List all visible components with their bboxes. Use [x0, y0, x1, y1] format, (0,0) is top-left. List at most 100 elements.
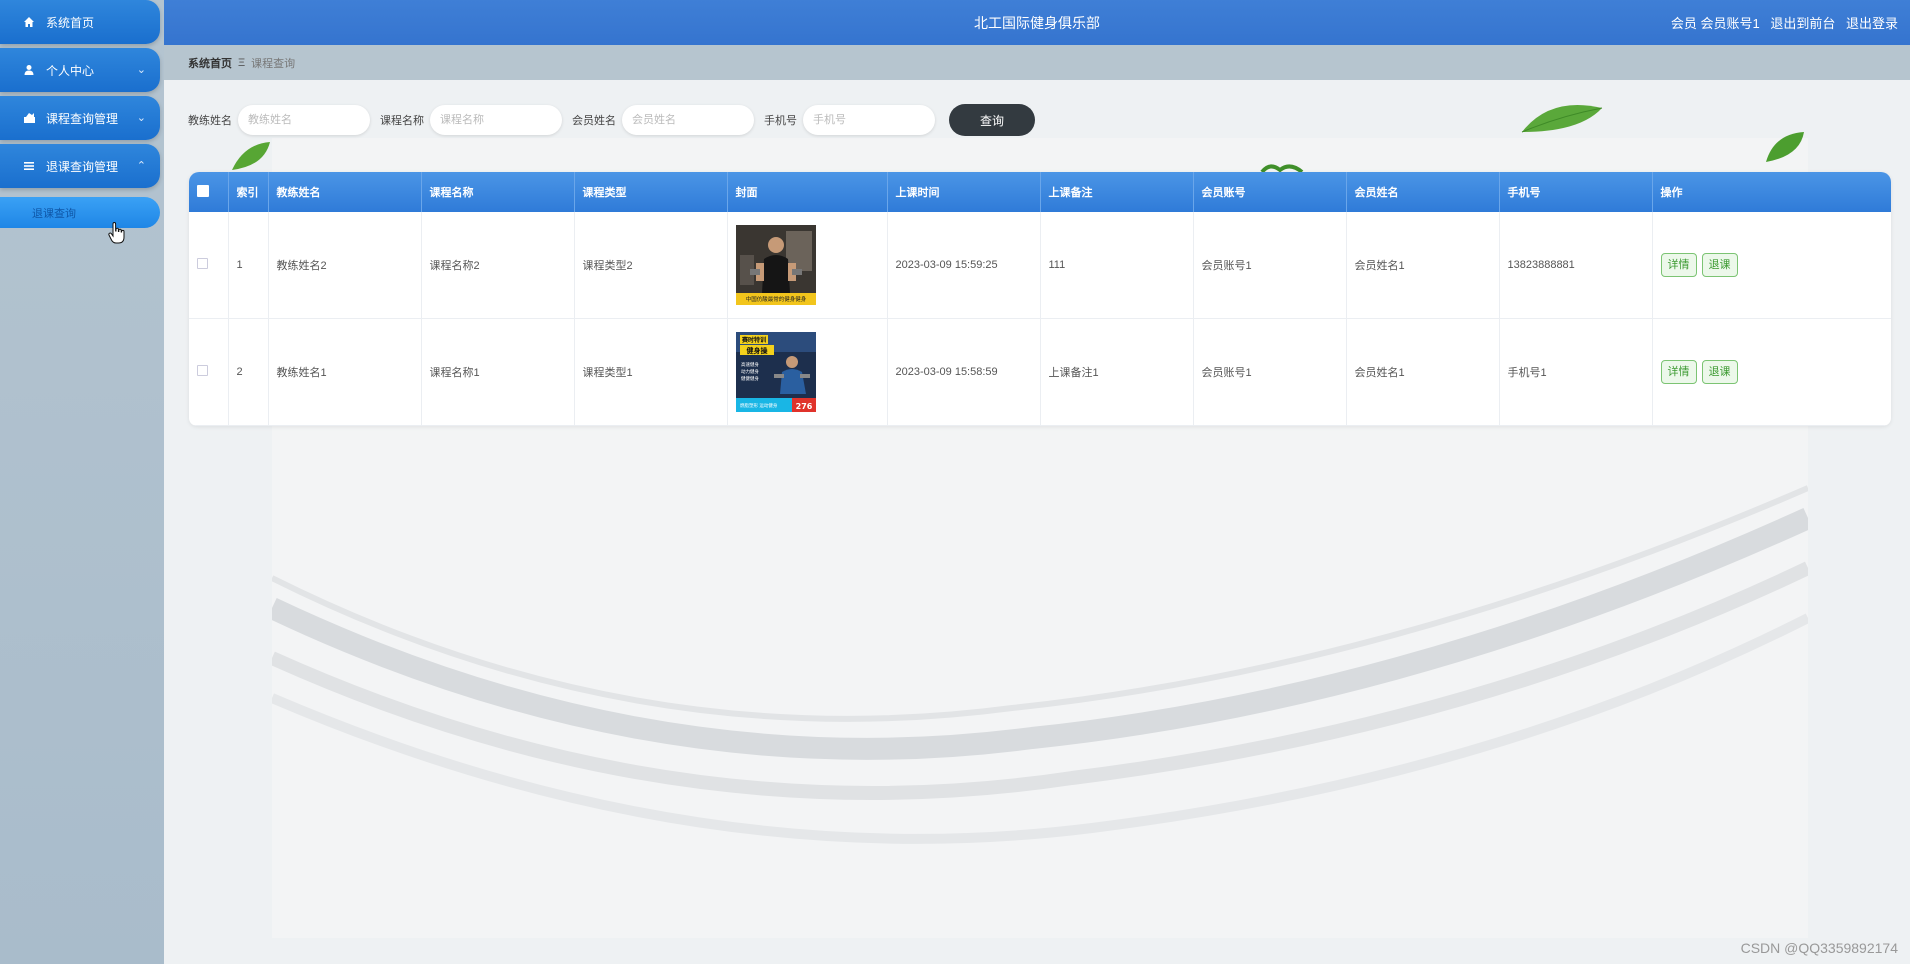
top-header: 北工国际健身俱乐部 会员 会员账号1 退出到前台 退出登录 — [164, 0, 1910, 45]
site-title: 北工国际健身俱乐部 — [974, 15, 1100, 31]
search-button[interactable]: 查询 — [949, 104, 1035, 136]
detail-button[interactable]: 详情 — [1660, 253, 1697, 277]
cell-account: 会员账号1 — [1193, 212, 1347, 319]
cell-cover: 赛时特训 健身操 高速健身 动力健身 健健健身 燃脂塑形 运动健身 276 — [727, 318, 888, 426]
column-header: 课程类型 — [574, 172, 728, 212]
cell-phone: 13823888881 — [1499, 212, 1653, 319]
cell-coach: 教练姓名2 — [268, 212, 422, 319]
leaf-decoration-icon — [1521, 105, 1603, 133]
breadcrumb-current: 课程查询 — [251, 57, 296, 70]
withdraw-button[interactable]: 退课 — [1701, 253, 1738, 277]
sidebar-item-label: 系统首页 — [46, 15, 95, 30]
column-header: 教练姓名 — [268, 172, 422, 212]
cell-type: 课程类型1 — [574, 318, 728, 426]
cell-phone: 手机号1 — [1499, 318, 1653, 426]
cell-note: 上课备注1 — [1040, 318, 1194, 426]
main-content: 教练姓名 课程名称 会员姓名 手机号 查询 索引 教练姓名 课程名称 课程类型 — [164, 80, 1910, 964]
sidebar-item-course-query[interactable]: 课程查询管理 ⌄ — [0, 96, 160, 140]
course-name-label: 课程名称 — [380, 115, 424, 127]
cell-type: 课程类型2 — [574, 212, 728, 319]
leaf-decoration-icon — [1766, 132, 1804, 162]
withdraw-button[interactable]: 退课 — [1701, 360, 1738, 384]
row-checkbox[interactable] — [197, 258, 208, 269]
data-table: 索引 教练姓名 课程名称 课程类型 封面 上课时间 上课备注 会员账号 会员姓名… — [189, 172, 1891, 426]
cover-line3: 高速健身 — [741, 361, 759, 368]
table-row: 1 教练姓名2 课程名称2 课程类型2 中国仿酸最常的健身健身 2023-03-… — [189, 212, 1891, 319]
cover-line1: 赛时特训 — [740, 336, 765, 344]
table-header-row: 索引 教练姓名 课程名称 课程类型 封面 上课时间 上课备注 会员账号 会员姓名… — [189, 172, 1891, 212]
coach-name-label: 教练姓名 — [188, 115, 232, 127]
member-name-input[interactable] — [622, 105, 754, 135]
column-header: 索引 — [228, 172, 269, 212]
cell-index: 2 — [228, 318, 269, 426]
cell-actions: 详情 退课 — [1652, 318, 1891, 426]
cover-line4: 动力健身 — [741, 368, 759, 375]
cell-cover: 中国仿酸最常的健身健身 — [727, 212, 888, 319]
sidebar-item-label: 退课查询管理 — [46, 159, 119, 174]
cell-member: 会员姓名1 — [1346, 212, 1500, 319]
sidebar-item-withdraw-query[interactable]: 退课查询管理 ⌃ — [0, 144, 160, 188]
column-header: 会员账号 — [1193, 172, 1347, 212]
cover-line5: 健健健身 — [741, 375, 759, 382]
user-info: 会员 会员账号1 — [1670, 16, 1760, 31]
column-header: 封面 — [727, 172, 888, 212]
column-header: 操作 — [1652, 172, 1891, 212]
cell-index: 1 — [228, 212, 269, 319]
chevron-down-icon: ⌄ — [136, 64, 146, 76]
back-to-front-link[interactable]: 退出到前台 — [1770, 16, 1835, 31]
phone-label: 手机号 — [764, 115, 797, 127]
course-icon — [22, 111, 36, 125]
cover-badge: 276 — [795, 402, 812, 411]
detail-button[interactable]: 详情 — [1660, 360, 1697, 384]
member-name-label: 会员姓名 — [572, 115, 616, 127]
row-checkbox[interactable] — [197, 365, 208, 376]
header-user-area: 会员 会员账号1 退出到前台 退出登录 — [1664, 13, 1898, 32]
cover-footer: 燃脂塑形 运动健身 — [740, 402, 778, 409]
sidebar-item-label: 个人中心 — [46, 63, 95, 78]
cover-line2: 健身操 — [746, 346, 768, 355]
column-header: 上课备注 — [1040, 172, 1194, 212]
search-bar: 教练姓名 课程名称 会员姓名 手机号 查询 — [188, 104, 1035, 136]
cover-caption: 中国仿酸最常的健身健身 — [745, 295, 806, 303]
submenu-item-label: 退课查询 — [32, 207, 76, 220]
sidebar-item-home[interactable]: 系统首页 — [0, 0, 160, 44]
breadcrumb-home[interactable]: 系统首页 — [188, 55, 232, 71]
column-header: 手机号 — [1499, 172, 1653, 212]
cover-image[interactable]: 中国仿酸最常的健身健身 — [735, 225, 816, 305]
column-header: 会员姓名 — [1346, 172, 1500, 212]
row-select-cell[interactable] — [189, 212, 229, 319]
user-icon — [22, 63, 36, 77]
cover-image[interactable]: 赛时特训 健身操 高速健身 动力健身 健健健身 燃脂塑形 运动健身 276 — [735, 332, 816, 412]
watermark: CSDN @QQ3359892174 — [1740, 940, 1898, 956]
row-select-cell[interactable] — [189, 318, 229, 426]
cell-course: 课程名称2 — [421, 212, 575, 319]
course-name-input[interactable] — [430, 105, 562, 135]
sidebar-item-profile[interactable]: 个人中心 ⌄ — [0, 48, 160, 92]
logout-link[interactable]: 退出登录 — [1846, 16, 1898, 31]
home-icon — [22, 15, 36, 29]
column-header: 上课时间 — [887, 172, 1041, 212]
cell-note: 111 — [1040, 212, 1194, 319]
breadcrumb-separator: Ξ — [238, 56, 246, 69]
cell-time: 2023-03-09 15:58:59 — [887, 318, 1041, 426]
phone-input[interactable] — [803, 105, 935, 135]
cell-time: 2023-03-09 15:59:25 — [887, 212, 1041, 319]
chevron-down-icon: ⌄ — [136, 112, 146, 124]
leaf-decoration-icon — [232, 142, 270, 170]
table-row: 2 教练姓名1 课程名称1 课程类型1 赛时特训 健身操 高速健身 动力健身 健… — [189, 318, 1891, 426]
submenu-item-withdraw[interactable]: 退课查询 — [0, 197, 160, 228]
sidebar: 系统首页 个人中心 ⌄ 课程查询管理 ⌄ 退课查询管理 ⌃ 退课查询 — [0, 0, 164, 964]
cell-course: 课程名称1 — [421, 318, 575, 426]
hand-cursor-icon — [108, 221, 126, 250]
coach-name-input[interactable] — [238, 105, 370, 135]
chevron-up-icon: ⌃ — [136, 160, 146, 172]
cell-actions: 详情 退课 — [1652, 212, 1891, 319]
breadcrumb: 系统首页 Ξ 课程查询 — [164, 45, 1910, 80]
select-all-checkbox[interactable] — [197, 184, 209, 197]
cell-account: 会员账号1 — [1193, 318, 1347, 426]
column-header: 课程名称 — [421, 172, 575, 212]
list-icon — [22, 159, 36, 173]
cell-member: 会员姓名1 — [1346, 318, 1500, 426]
select-all-cell[interactable] — [189, 172, 229, 212]
cell-coach: 教练姓名1 — [268, 318, 422, 426]
